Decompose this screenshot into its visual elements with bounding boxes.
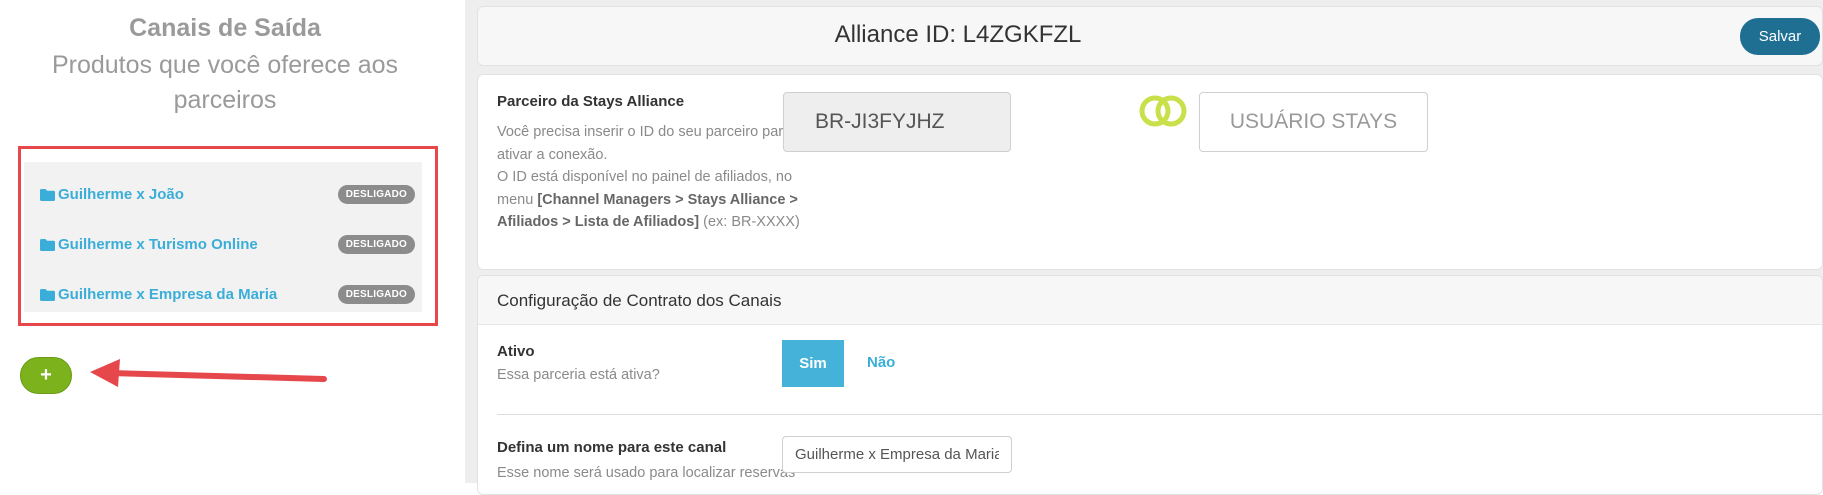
rings-icon: [1139, 95, 1187, 127]
channel-name-input[interactable]: [782, 436, 1012, 473]
partner-desc-1: Você precisa inserir o ID do seu parceir…: [497, 124, 792, 163]
user-stays-box: USUÁRIO STAYS: [1199, 92, 1428, 152]
divider: [497, 414, 1822, 415]
header-bar: Alliance ID: L4ZGKFZL Salvar: [477, 6, 1823, 66]
contract-title: Configuração de Contrato dos Canais: [497, 291, 782, 310]
add-channel-button[interactable]: +: [20, 357, 72, 394]
sidebar: Canais de Saída Produtos que você oferec…: [0, 0, 465, 483]
channel-name-help: Esse nome será usado para localizar rese…: [497, 465, 796, 481]
yes-button[interactable]: Sim: [782, 340, 844, 387]
no-button[interactable]: Não: [867, 354, 895, 371]
main-content: Alliance ID: L4ZGKFZL Salvar Parceiro da…: [465, 0, 1823, 495]
active-label: Ativo: [497, 343, 535, 360]
sidebar-title: Canais de Saída: [129, 14, 321, 42]
partner-card: Parceiro da Stays Alliance Você precisa …: [477, 74, 1823, 270]
partner-desc-example: (ex: BR-XXXX): [699, 214, 800, 230]
alliance-id: Alliance ID: L4ZGKFZL: [834, 21, 1082, 48]
save-button[interactable]: Salvar: [1740, 18, 1820, 55]
contract-header: Configuração de Contrato dos Canais: [478, 276, 1822, 325]
contract-card: Configuração de Contrato dos Canais Ativ…: [477, 275, 1823, 495]
channel-name-label: Defina um nome para este canal: [497, 439, 727, 456]
partner-description: Você precisa inserir o ID do seu parceir…: [497, 121, 827, 234]
sidebar-subtitle: Produtos que você oferece aos parceiros: [51, 51, 399, 114]
partner-id-field[interactable]: BR-JI3FYJHZ: [783, 92, 1011, 152]
arrow-annotation: [90, 359, 327, 387]
partner-title: Parceiro da Stays Alliance: [497, 93, 685, 110]
highlight-box: [18, 146, 438, 326]
active-help: Essa parceria está ativa?: [497, 367, 660, 383]
